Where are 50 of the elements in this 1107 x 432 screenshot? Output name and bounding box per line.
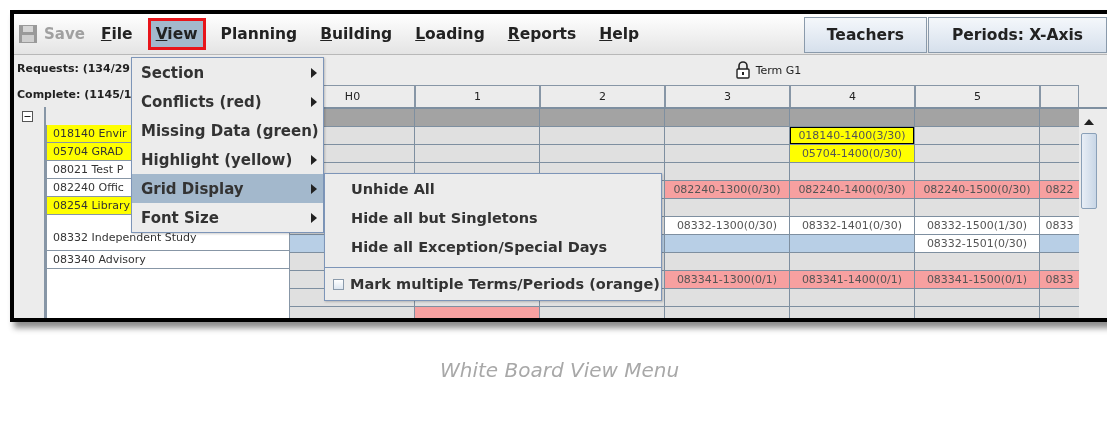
- column-header: 4: [790, 85, 915, 107]
- menu-option[interactable]: Highlight (yellow): [132, 145, 323, 174]
- menu-checkbox-option[interactable]: Mark multiple Terms/Periods (orange): [325, 268, 661, 300]
- menu-option[interactable]: Unhide All: [325, 174, 661, 203]
- menu-item[interactable]: Planning: [212, 18, 306, 50]
- menu-item[interactable]: Reports: [499, 18, 585, 50]
- section-cell[interactable]: 082240-1300(0/30): [665, 181, 789, 198]
- figure-caption: White Board View Menu: [439, 358, 681, 382]
- menu-option[interactable]: Section: [132, 58, 323, 87]
- column-header: 5: [915, 85, 1040, 107]
- section-cell[interactable]: 08332-1401(0/30): [790, 217, 914, 234]
- menu-item[interactable]: Loading: [407, 18, 493, 50]
- section-cell[interactable]: 083341-1400(0/1): [790, 271, 914, 288]
- section-cell[interactable]: 05704-1400(0/30): [790, 145, 914, 162]
- submenu-arrow-icon: [311, 154, 317, 165]
- submenu-arrow-icon: [311, 183, 317, 194]
- course-row[interactable]: 083340 Advisory: [46, 251, 290, 269]
- submenu-arrow-icon: [311, 96, 317, 107]
- menu-option[interactable]: Hide all Exception/Special Days: [325, 232, 661, 261]
- section-cell[interactable]: 083341-1300(0/1): [665, 271, 789, 288]
- section-cell[interactable]: 082240-1500(0/30): [915, 181, 1039, 198]
- menu-item[interactable]: Help: [591, 18, 648, 50]
- submenu-arrow-icon: [311, 67, 317, 78]
- column-header: 2: [540, 85, 665, 107]
- term-label: Term G1: [755, 63, 802, 77]
- section-cell[interactable]: 0833: [1040, 217, 1079, 234]
- menu-item[interactable]: View: [147, 18, 206, 50]
- menu-item[interactable]: File: [92, 18, 141, 50]
- complete-count: Complete: (1145/1: [17, 87, 132, 101]
- section-cell[interactable]: 08332-1300(0/30): [665, 217, 789, 234]
- section-cell[interactable]: 08332-1501(0/30): [915, 235, 1039, 252]
- menu-option[interactable]: Hide all but Singletons: [325, 203, 661, 232]
- section-cell[interactable]: 083341-1500(0/1): [915, 271, 1039, 288]
- menu-option[interactable]: Grid Display: [132, 174, 323, 203]
- menu-item[interactable]: Building: [312, 18, 401, 50]
- column-header: 1: [415, 85, 540, 107]
- column-header: 3: [665, 85, 790, 107]
- section-cell[interactable]: 082240-1400(0/30): [790, 181, 914, 198]
- section-cell[interactable]: 018140-1400(3/30): [790, 127, 914, 144]
- requests-count: Requests: (134/29: [17, 61, 130, 75]
- checkbox[interactable]: [333, 278, 344, 290]
- submenu-arrow-icon: [311, 212, 317, 223]
- section-cell[interactable]: 0822: [1040, 181, 1079, 198]
- scroll-thumb[interactable]: [1081, 133, 1097, 209]
- scroll-up-icon[interactable]: [1084, 119, 1094, 125]
- toolbar-button[interactable]: Teachers: [803, 17, 927, 53]
- section-cell[interactable]: 08332-1500(1/30): [915, 217, 1039, 234]
- toolbar-button[interactable]: Periods: X-Axis: [927, 17, 1107, 53]
- collapse-icon[interactable]: [22, 111, 33, 122]
- section-cell[interactable]: 0833: [1040, 271, 1079, 288]
